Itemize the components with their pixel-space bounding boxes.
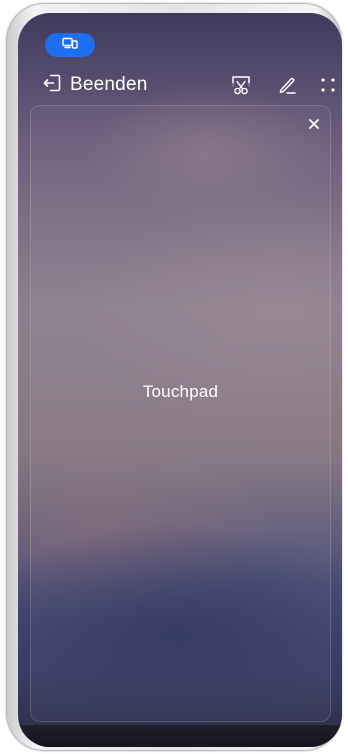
touchpad-area[interactable]: Touchpad [30,105,331,722]
screenshot-scissors-icon[interactable] [229,73,253,97]
bottom-bar [18,725,342,747]
phone-frame: Beenden Touchpad [6,3,342,751]
touchpad-label: Touchpad [142,382,219,401]
exit-door-icon [42,73,62,98]
close-icon[interactable] [304,114,324,134]
exit-button[interactable]: Beenden [42,71,147,99]
projection-device-icon [62,36,78,54]
pen-annotate-icon[interactable] [275,73,299,97]
exit-label: Beenden [70,74,148,95]
top-toolbar: Beenden [18,13,342,105]
more-dots-icon[interactable] [316,73,340,97]
phone-screen: Beenden Touchpad [18,13,342,747]
projection-status-pill[interactable] [45,33,95,57]
